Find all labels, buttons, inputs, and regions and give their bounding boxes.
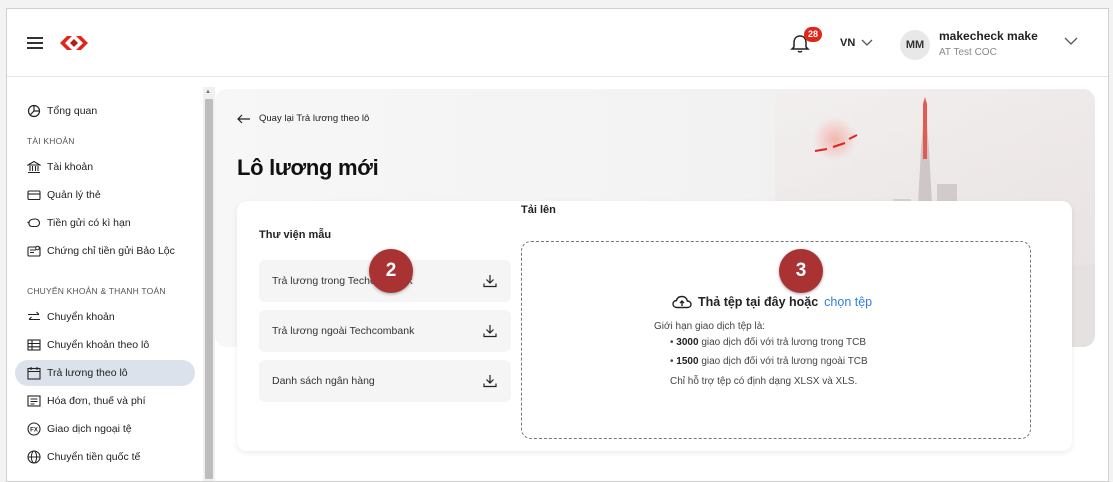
- sidebar-item-label: Hóa đơn, thuế và phí: [47, 395, 146, 407]
- sidebar: Tổng quan TÀI KHOẢN Tài khoản Quản lý th…: [7, 78, 203, 481]
- notification-badge: 28: [804, 27, 822, 42]
- limit-item: • 3000 giao dịch đối với trả lương trong…: [670, 337, 867, 348]
- scroll-thumb[interactable]: [205, 99, 213, 479]
- section-heading-accounts: TÀI KHOẢN: [27, 136, 75, 146]
- menu-icon[interactable]: [27, 37, 43, 49]
- sidebar-item-label: Tổng quan: [47, 105, 98, 117]
- template-label: Trả lương ngoài Techcombank: [272, 325, 415, 337]
- svg-text:FX: FX: [30, 427, 38, 433]
- download-icon[interactable]: [483, 324, 497, 338]
- calendar-icon: [27, 367, 41, 380]
- limit-item: • 1500 giao dịch đối với trả lương ngoài…: [670, 356, 868, 367]
- sidebar-item-batch-payroll[interactable]: Trả lương theo lô: [15, 360, 195, 386]
- language-selector[interactable]: VN: [840, 37, 873, 49]
- sidebar-item-label: Chuyển khoản theo lô: [47, 339, 150, 351]
- back-link[interactable]: Quay lại Trả lương theo lô: [237, 113, 369, 124]
- section-heading-transfers: CHUYỂN KHOẢN & THANH TOÁN: [27, 286, 166, 296]
- techcombank-logo[interactable]: [59, 33, 89, 53]
- limit-intro: Giới hạn giao dịch tệp là:: [654, 321, 766, 332]
- download-icon[interactable]: [483, 374, 497, 388]
- sidebar-item-label: Trả lương theo lô: [47, 367, 128, 379]
- sidebar-item-bills[interactable]: Hóa đơn, thuế và phí: [15, 388, 195, 414]
- globe-icon: [27, 450, 41, 464]
- user-subtitle: AT Test COC: [939, 47, 997, 58]
- template-bank-list[interactable]: Danh sách ngân hàng: [259, 360, 511, 402]
- back-link-label: Quay lại Trả lương theo lô: [259, 113, 370, 124]
- cloud-upload-icon: [672, 295, 692, 309]
- format-note: Chỉ hỗ trợ tệp có định dạng XLSX và XLS.: [670, 376, 858, 387]
- page-title: Lô lương mới: [237, 155, 379, 180]
- sidebar-item-accounts[interactable]: Tài khoản: [15, 154, 195, 180]
- language-label: VN: [840, 37, 856, 49]
- sidebar-item-term-deposit[interactable]: Tiền gửi có kì hạn: [15, 210, 195, 236]
- sidebar-item-label: Chứng chỉ tiền gửi Bảo Lộc: [47, 245, 175, 257]
- sidebar-item-transfer[interactable]: Chuyển khoản: [15, 304, 195, 330]
- sidebar-item-certificates[interactable]: Chứng chỉ tiền gửi Bảo Lộc: [15, 238, 195, 264]
- user-name[interactable]: makecheck make: [939, 29, 1038, 43]
- pie-chart-icon: [27, 104, 41, 118]
- avatar[interactable]: MM: [900, 30, 930, 60]
- piggy-bank-icon: [27, 218, 41, 228]
- invoice-icon: [27, 395, 41, 407]
- sidebar-item-label: Quản lý thẻ: [47, 189, 101, 201]
- sidebar-item-international[interactable]: Chuyển tiền quốc tế: [15, 444, 195, 470]
- choose-file-link[interactable]: chọn tệp: [824, 295, 872, 309]
- chevron-down-icon: [861, 39, 873, 46]
- scroll-up-arrow-icon[interactable]: ▲: [205, 89, 211, 95]
- template-label: Danh sách ngân hàng: [272, 375, 375, 387]
- file-dropzone[interactable]: Thả tệp tại đây hoặc chọn tệp Giới hạn g…: [521, 241, 1031, 439]
- transfer-arrows-icon: [28, 311, 40, 321]
- template-library-title: Thư viện mẫu: [259, 229, 332, 241]
- upload-title: Tải lên: [521, 204, 556, 216]
- sidebar-item-label: Tài khoản: [47, 161, 94, 173]
- certificate-icon: [27, 245, 41, 257]
- arrow-left-icon: [237, 114, 250, 123]
- drop-text: Thả tệp tại đây hoặc: [698, 295, 819, 309]
- sidebar-item-label: Chuyển khoản: [47, 311, 115, 323]
- download-icon[interactable]: [483, 274, 497, 288]
- sidebar-item-cards[interactable]: Quản lý thẻ: [15, 182, 195, 208]
- app-window: 28 VN MM makecheck make AT Test COC Tổng…: [6, 8, 1109, 482]
- table-icon: [27, 339, 41, 351]
- fx-icon: FX: [27, 422, 41, 436]
- sidebar-item-batch-transfer[interactable]: Chuyển khoản theo lô: [15, 332, 195, 358]
- template-external-payroll[interactable]: Trả lương ngoài Techcombank: [259, 310, 511, 352]
- card-icon: [27, 190, 41, 201]
- sidebar-item-fx[interactable]: FX Giao dịch ngoại tệ: [15, 416, 195, 442]
- limit-text: giao dịch đối với trả lương trong TCB: [701, 337, 867, 348]
- sidebar-item-overview[interactable]: Tổng quan: [15, 98, 195, 124]
- limit-value: 1500: [676, 356, 699, 367]
- limit-value: 3000: [676, 337, 699, 348]
- step-badge-2: 2: [369, 249, 413, 293]
- sidebar-item-label: Giao dịch ngoại tệ: [47, 423, 132, 435]
- step-badge-3: 3: [779, 249, 823, 293]
- limit-text: giao dịch đối với trả lương ngoài TCB: [701, 356, 868, 367]
- bank-icon: [27, 160, 41, 174]
- sidebar-item-label: Chuyển tiền quốc tế: [47, 451, 141, 463]
- sidebar-item-label: Tiền gửi có kì hạn: [47, 217, 131, 229]
- upload-card: Thư viện mẫu Trả lương trong Techcombank…: [237, 201, 1072, 451]
- chevron-down-icon[interactable]: [1064, 37, 1078, 46]
- drop-instruction: Thả tệp tại đây hoặc chọn tệp: [672, 295, 872, 309]
- top-bar: 28 VN MM makecheck make AT Test COC: [7, 9, 1108, 77]
- sidebar-scrollbar[interactable]: ▲: [203, 87, 215, 481]
